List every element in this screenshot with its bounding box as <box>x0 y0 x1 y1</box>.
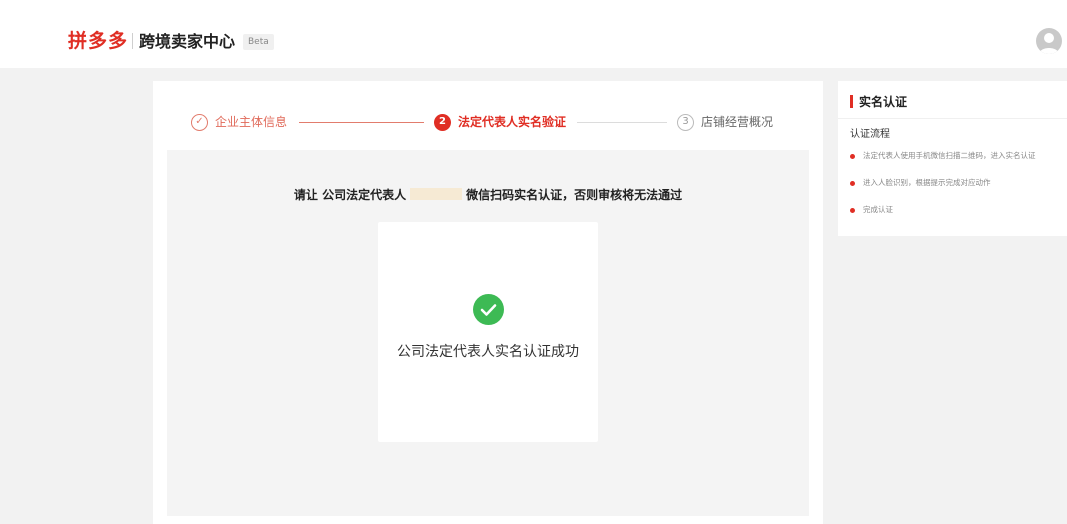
step-legal-rep-verify[interactable]: 2 法定代表人实名验证 <box>434 112 566 132</box>
step-company-info[interactable]: ✓ 企业主体信息 <box>191 112 287 132</box>
instruction-after: 微信扫码实名认证，否则审核将无法通过 <box>466 188 683 202</box>
process-text: 完成认证 <box>863 205 893 214</box>
step-label: 企业主体信息 <box>215 114 288 129</box>
step-progress: ✓ 企业主体信息 2 法定代表人实名验证 3 店铺经营概况 <box>153 81 823 149</box>
bullet-icon <box>850 181 855 186</box>
app-name: 跨境卖家中心 <box>139 32 236 51</box>
top-header: 拼多多 跨境卖家中心 Beta <box>0 0 1067 68</box>
verification-content: 请让 公司法定代表人 微信扫码实名认证，否则审核将无法通过 公司法定代表人实名认证… <box>167 150 809 516</box>
user-avatar[interactable] <box>1036 28 1062 54</box>
process-item: 完成认证 <box>850 205 1062 215</box>
step-connector <box>577 122 667 123</box>
check-icon <box>473 294 504 325</box>
pinduoduo-logo[interactable]: 拼多多 <box>68 30 128 52</box>
title-accent-bar <box>850 94 853 108</box>
side-title-text: 实名认证 <box>859 94 908 109</box>
user-icon <box>1039 33 1059 54</box>
instruction-text: 请让 公司法定代表人 微信扫码实名认证，否则审核将无法通过 <box>167 186 809 204</box>
bullet-icon <box>850 154 855 159</box>
process-item: 法定代表人使用手机微信扫描二维码，进入实名认证 <box>850 151 1062 161</box>
check-circle-icon: ✓ <box>191 113 208 131</box>
logo-divider <box>132 33 133 49</box>
masked-name <box>410 188 463 200</box>
side-subtitle: 认证流程 <box>850 129 890 140</box>
beta-badge: Beta <box>243 34 274 50</box>
success-message: 公司法定代表人实名认证成功 <box>397 344 579 360</box>
step-store-overview[interactable]: 3 店铺经营概况 <box>677 112 773 132</box>
step-number: 3 <box>677 113 694 131</box>
instruction-before: 请让 公司法定代表人 <box>293 188 407 202</box>
side-divider <box>838 118 1067 119</box>
step-number: 2 <box>434 113 451 131</box>
step-label: 店铺经营概况 <box>701 114 774 129</box>
main-card: ✓ 企业主体信息 2 法定代表人实名验证 3 店铺经营概况 请让 公司法定代表人… <box>153 81 823 524</box>
process-text: 法定代表人使用手机微信扫描二维码，进入实名认证 <box>863 151 1036 160</box>
step-label: 法定代表人实名验证 <box>458 114 567 129</box>
side-panel: 实名认证 认证流程 法定代表人使用手机微信扫描二维码，进入实名认证 进入人脸识别… <box>838 81 1067 236</box>
side-title: 实名认证 <box>850 91 907 111</box>
bullet-icon <box>850 208 855 213</box>
process-text: 进入人脸识别，根据提示完成对应动作 <box>863 178 991 187</box>
process-item: 进入人脸识别，根据提示完成对应动作 <box>850 178 1062 188</box>
success-panel: 公司法定代表人实名认证成功 <box>378 222 598 442</box>
step-connector <box>299 122 424 123</box>
